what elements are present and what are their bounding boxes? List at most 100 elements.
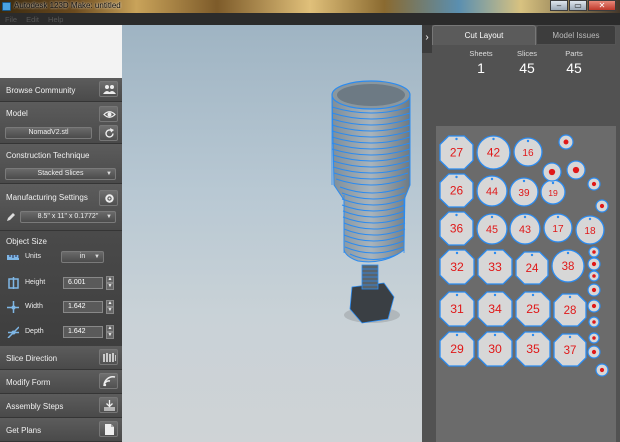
height-input[interactable]: 6.001 [63,277,103,289]
wave-icon [103,376,116,387]
maximize-button[interactable]: ▭ [569,0,587,11]
construction-dropdown[interactable]: Stacked Slices ▼ [5,168,116,180]
menu-help[interactable]: Help [48,15,63,24]
right-panel: › Cut Layout Model Issues Sheets 1 Slice… [422,25,620,442]
manufacturing-dropdown[interactable]: 8.5" x 11" x 0.1772" ▼ [20,211,116,223]
depth-icon [7,326,19,338]
depth-stepper[interactable]: ▲ ▼ [106,325,114,339]
part-number-label: 27 [450,146,463,160]
stat-sheets-label: Sheets [469,49,493,58]
part-number-label: 37 [564,345,577,357]
part-number-label: 42 [487,146,500,160]
part-number-label: 38 [562,261,575,273]
part-peg-hole [523,215,527,219]
stat-parts: Parts 45 [549,49,599,76]
model-section: Model NomadV2.stl [0,102,122,144]
part-number-label: 30 [488,342,502,356]
width-stepper[interactable]: ▲ ▼ [106,300,114,314]
assembly-steps-label: Assembly Steps [6,402,64,411]
assembly-steps-row[interactable]: Assembly Steps [0,394,122,418]
height-icon [8,277,19,289]
slice-direction-row[interactable]: Slice Direction [0,346,122,370]
units-row: Units in ▼ [5,250,117,264]
depth-input[interactable]: 1.642 [63,326,103,338]
stat-slices-value: 45 [519,60,535,76]
browse-community-row[interactable]: Browse Community [0,78,122,102]
slice-direction-button[interactable] [99,349,118,365]
part-peg-hole [493,293,497,297]
model-label: Model [6,109,28,118]
view-model-button[interactable] [99,106,118,122]
stat-sheets: Sheets 1 [456,49,506,76]
part-peg-hole [568,295,572,299]
part-peg-hole [455,175,458,179]
part-number-label: 35 [526,342,540,356]
manufacturing-value: 8.5" x 11" x 0.1772" [37,213,99,220]
width-icon [7,301,19,313]
part-peg-hole [493,333,497,337]
part-number-label: 44 [486,186,498,198]
model-file-dropdown[interactable]: NomadV2.stl [5,127,92,139]
part-peg-hole [490,215,494,219]
small-part-mark [592,250,596,254]
part-number-label: 43 [519,224,531,236]
get-plans-button[interactable] [99,421,118,437]
part-number-label: 25 [526,302,540,316]
modify-form-label: Modify Form [6,378,51,387]
3d-viewport[interactable] [122,25,422,442]
minimize-button[interactable]: – [550,0,568,11]
collapse-panel-button[interactable]: › [422,25,432,53]
part-peg-hole [455,213,458,217]
menu-bar: File Edit Help [0,13,122,25]
close-button[interactable]: ✕ [588,0,616,11]
small-part-mark [592,274,596,278]
title-bar: Autodesk 123D Make: untitled – ▭ ✕ [0,0,620,13]
part-number-label: 18 [584,226,596,237]
height-stepper[interactable]: ▲ ▼ [106,276,114,290]
construction-section: Construction Technique Stacked Slices ▼ [0,144,122,184]
assembly-icon [104,400,115,411]
tab-cut-layout[interactable]: Cut Layout [432,25,536,45]
modify-form-row[interactable]: Modify Form [0,370,122,394]
cut-sheet-preview[interactable]: 27 42 16 26 44 39 19 36 45 43 17 18 32 33 24 38 31 34 25 28… [436,126,616,442]
part-number-label: 32 [450,260,464,274]
menu-file[interactable]: File [5,15,17,24]
units-dropdown[interactable]: in ▼ [61,251,104,263]
app-icon [2,2,11,11]
assembly-steps-button[interactable] [99,397,118,413]
get-plans-row[interactable]: Get Plans [0,418,122,442]
part-peg-hole [531,293,535,297]
stat-slices-label: Slices [516,49,537,58]
small-part-mark [599,367,605,373]
small-part-mark [563,139,569,145]
part-peg-hole [531,333,535,337]
modify-form-button[interactable] [99,373,118,389]
stat-sheets-value: 1 [477,60,485,76]
small-part-mark [591,261,597,267]
menu-edit[interactable]: Edit [26,15,39,24]
object-size-label: Object Size [6,237,47,246]
part-number-label: 31 [450,302,464,316]
width-input[interactable]: 1.642 [63,301,103,313]
part-peg-hole [490,177,494,181]
window-controls: – ▭ ✕ [549,0,616,12]
reload-model-button[interactable] [99,125,118,141]
small-part-mark [592,336,596,340]
browse-community-label: Browse Community [6,86,76,95]
part-peg-hole [493,251,497,255]
community-button[interactable] [99,81,118,97]
part-number-label: 36 [450,222,464,236]
slice-direction-label: Slice Direction [6,354,58,363]
width-row: Width 1.642 ▲ ▼ [5,300,117,314]
left-panel: Browse Community Model NomadV2.stl Const… [0,25,122,442]
part-number-label: 28 [564,305,577,317]
units-label: Units [25,253,41,260]
manufacturing-settings-button[interactable] [99,190,118,206]
tab-model-issues[interactable]: Model Issues [536,25,616,45]
eye-icon [103,111,116,118]
part-number-label: 45 [486,224,498,236]
part-number-label: 19 [548,188,558,198]
part-peg-hole [556,215,560,219]
small-part-mark [548,168,556,176]
pencil-icon[interactable] [6,212,16,222]
